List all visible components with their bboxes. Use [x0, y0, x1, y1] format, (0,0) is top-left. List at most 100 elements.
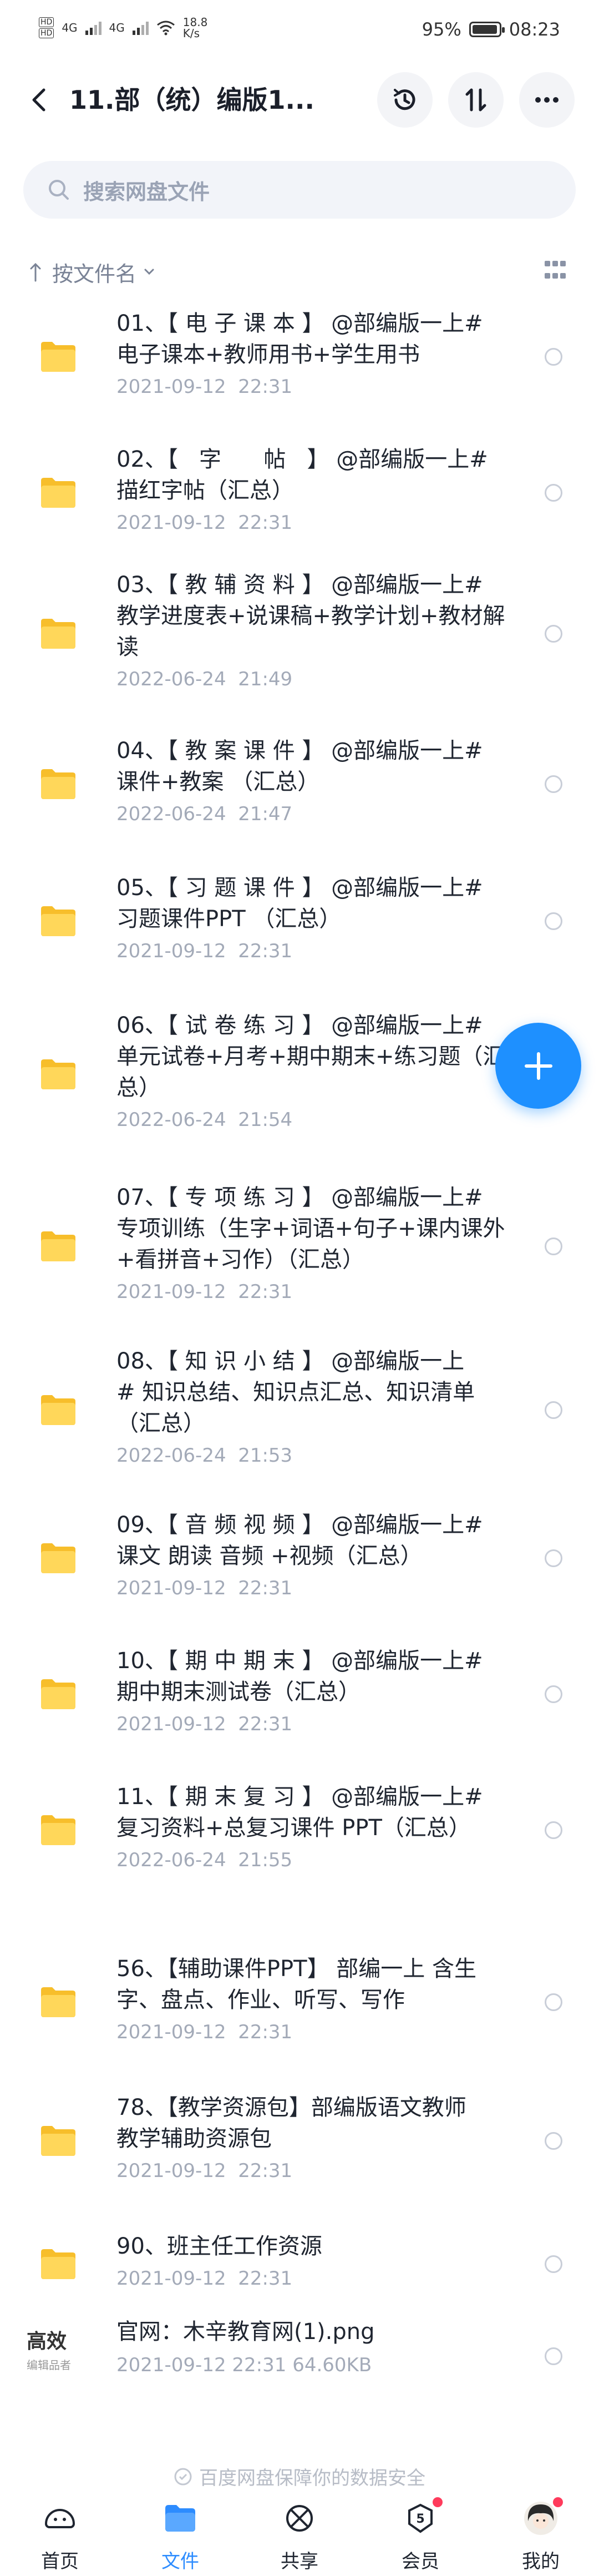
- folder-name: 09、【 音 频 视 频 】 @部编版一上# 课文 朗读 音频 +视频（汇总）: [116, 1509, 505, 1572]
- select-radio[interactable]: [545, 1821, 562, 1839]
- signal-icon: [85, 21, 101, 35]
- hd-badge: HD: [39, 28, 54, 38]
- list-item[interactable]: 02、【 字 帖 】 @部编版一上# 描红字帖（汇总） 2021-09-12 22:…: [0, 444, 599, 542]
- folder-name-line: 教学进度表+说课稿+教学计划+教材解: [116, 603, 505, 629]
- folder-name-line: 电子课本+教师用书+学生用书: [116, 342, 420, 367]
- clock: 08:23: [509, 19, 560, 40]
- list-item[interactable]: 05、【 习 题 课 件 】 @部编版一上# 习题课件PPT （汇总） 2021-0…: [0, 872, 599, 970]
- folder-name-line: +看拼音+习作）（汇总）: [116, 1247, 365, 1272]
- folder-name: 07、【 专 项 练 习 】 @部编版一上# 专项训练（生字+词语+句子+课内课外…: [116, 1182, 505, 1275]
- folder-name-line: 10、【 期 中 期 末 】 @部编版一上#: [116, 1648, 483, 1674]
- battery-level: [472, 25, 497, 34]
- folder-name-line: 课文 朗读 音频 +视频（汇总）: [116, 1543, 423, 1569]
- folder-date: 2021-09-12 22:31: [116, 2267, 293, 2290]
- folder-icon: [39, 476, 78, 509]
- folder-icon: [39, 1058, 78, 1091]
- back-button[interactable]: [22, 83, 55, 117]
- folder-name: 02、【 字 帖 】 @部编版一上# 描红字帖（汇总）: [116, 444, 505, 506]
- network-type: 4G: [62, 21, 78, 34]
- select-radio[interactable]: [545, 775, 562, 793]
- folder-name-line: 课件+教案 （汇总）: [116, 769, 320, 795]
- page-title: 11.部（统）编版1...: [69, 85, 314, 115]
- wifi-icon: [156, 21, 175, 36]
- add-button[interactable]: [495, 1023, 581, 1109]
- folder-name: 05、【 习 题 课 件 】 @部编版一上# 习题课件PPT （汇总）: [116, 872, 505, 935]
- sort-arrow-icon: [30, 262, 41, 282]
- nav-me[interactable]: 我的: [502, 2496, 580, 2574]
- shield-icon: [174, 2468, 192, 2485]
- plus-icon: [524, 1052, 552, 1080]
- nav-share[interactable]: 共享: [261, 2496, 338, 2574]
- list-item[interactable]: 03、【 教 辅 资 料 】 @部编版一上# 教学进度表+说课稿+教学计划+教材解…: [0, 569, 599, 698]
- folder-name-line: 描红字帖（汇总）: [116, 478, 294, 503]
- search-icon: [49, 180, 69, 200]
- transfer-button[interactable]: [448, 72, 504, 128]
- folder-name-line: （汇总）: [116, 1411, 205, 1436]
- folder-name: 90、班主任工作资源: [116, 2231, 505, 2262]
- list-item[interactable]: 09、【 音 频 视 频 】 @部编版一上# 课文 朗读 音频 +视频（汇总） 20…: [0, 1509, 599, 1607]
- list-item[interactable]: 90、班主任工作资源 2021-09-12 22:31: [0, 2231, 599, 2297]
- folder-name: 06、【 试 卷 练 习 】 @部编版一上# 单元试卷+月考+期中期末+练习题（汇…: [116, 1010, 505, 1103]
- history-button[interactable]: [377, 72, 433, 128]
- select-radio[interactable]: [545, 1401, 562, 1419]
- nav-files[interactable]: 文件: [141, 2496, 219, 2574]
- folder-date: 2021-09-12 22:31: [116, 1577, 293, 1599]
- list-item[interactable]: 78、【教学资源包】部编版语文教师 教学辅助资源包 2021-09-12 22:31: [0, 2092, 599, 2190]
- list-item[interactable]: 高效 编辑品者 官网：木辛教育网(1).png 2021-09-12 22:31…: [0, 2303, 599, 2414]
- list-item[interactable]: 01、【 电 子 课 本 】 @部编版一上# 电子课本+教师用书+学生用书 2021…: [0, 308, 599, 406]
- select-radio[interactable]: [545, 625, 562, 643]
- list-item[interactable]: 04、【 教 案 课 件 】 @部编版一上# 课件+教案 （汇总） 2022-06-…: [0, 735, 599, 833]
- folder-icon: [39, 1393, 78, 1427]
- select-radio[interactable]: [545, 912, 562, 930]
- signal-icon: [132, 21, 149, 35]
- folder-name: 10、【 期 中 期 末 】 @部编版一上# 期中期末测试卷（汇总）: [116, 1645, 505, 1708]
- select-radio[interactable]: [545, 2347, 562, 2365]
- list-item[interactable]: 07、【 专 项 练 习 】 @部编版一上# 专项训练（生字+词语+句子+课内课外…: [0, 1182, 599, 1311]
- thumbnail-text: 高效: [27, 2330, 67, 2353]
- list-item[interactable]: 56、【辅助课件PPT】 部编一上 含生 字、盘点、作业、听写、写作 2021-09…: [0, 1953, 599, 2051]
- folder-date: 2022-06-24 21:47: [116, 803, 293, 825]
- folder-icon: [39, 2124, 78, 2158]
- nav-home[interactable]: 首页: [21, 2496, 99, 2574]
- notification-dot: [553, 2497, 563, 2507]
- more-button[interactable]: [519, 72, 575, 128]
- search-placeholder: 搜索网盘文件: [83, 179, 210, 204]
- folder-name-line: 90、班主任工作资源: [116, 2234, 322, 2259]
- folder-icon: [39, 1542, 78, 1575]
- folder-name-line: 09、【 音 频 视 频 】 @部编版一上#: [116, 1512, 483, 1538]
- svg-text:5: 5: [416, 2512, 424, 2526]
- select-radio[interactable]: [545, 1993, 562, 2011]
- more-icon: [535, 97, 559, 103]
- network-type: 4G: [109, 21, 125, 34]
- battery-icon: [469, 22, 505, 37]
- select-radio[interactable]: [545, 1549, 562, 1567]
- list-item[interactable]: 08、【 知 识 小 结 】 @部编版一上 # 知识总结、知识点汇总、知识清单 （汇…: [0, 1346, 599, 1474]
- search-input[interactable]: 搜索网盘文件: [23, 161, 576, 219]
- file-name: 官网：木辛教育网(1).png: [116, 2319, 375, 2345]
- folder-name-line: 78、【教学资源包】部编版语文教师: [116, 2095, 466, 2120]
- select-radio[interactable]: [545, 1685, 562, 1703]
- list-item[interactable]: 10、【 期 中 期 末 】 @部编版一上# 期中期末测试卷（汇总） 2021-09…: [0, 1645, 599, 1743]
- sort-button[interactable]: 按文件名: [29, 257, 156, 287]
- folder-date: 2021-09-12 22:31: [116, 2021, 293, 2043]
- folder-icon: [39, 1986, 78, 2019]
- folder-name-line: 专项训练（生字+词语+句子+课内课外: [116, 1216, 505, 1241]
- folder-icon: [39, 617, 78, 650]
- list-item[interactable]: 11、【 期 末 复 习 】 @部编版一上# 复习资料+总复习课件 PPT（汇总）…: [0, 1781, 599, 1879]
- folder-name: 56、【辅助课件PPT】 部编一上 含生 字、盘点、作业、听写、写作: [116, 1953, 505, 2016]
- nav-vip[interactable]: 5 会员: [382, 2496, 459, 2574]
- view-mode-button[interactable]: [545, 261, 567, 283]
- folder-name-line: 习题课件PPT （汇总）: [116, 906, 342, 932]
- folder-name-line: 02、【 字 帖 】 @部编版一上#: [116, 447, 488, 472]
- select-radio[interactable]: [545, 1238, 562, 1255]
- folder-name-line: 08、【 知 识 小 结 】 @部编版一上: [116, 1348, 465, 1374]
- select-radio[interactable]: [545, 2132, 562, 2150]
- select-radio[interactable]: [545, 484, 562, 502]
- select-radio[interactable]: [545, 2255, 562, 2273]
- network-speed: 18.8: [182, 16, 208, 29]
- chevron-left-icon: [32, 88, 45, 112]
- avatar-icon: [524, 2502, 557, 2535]
- select-radio[interactable]: [545, 348, 562, 366]
- nav-label: 首页: [41, 2550, 79, 2573]
- folder-date: 2022-06-24 21:55: [116, 1849, 293, 1871]
